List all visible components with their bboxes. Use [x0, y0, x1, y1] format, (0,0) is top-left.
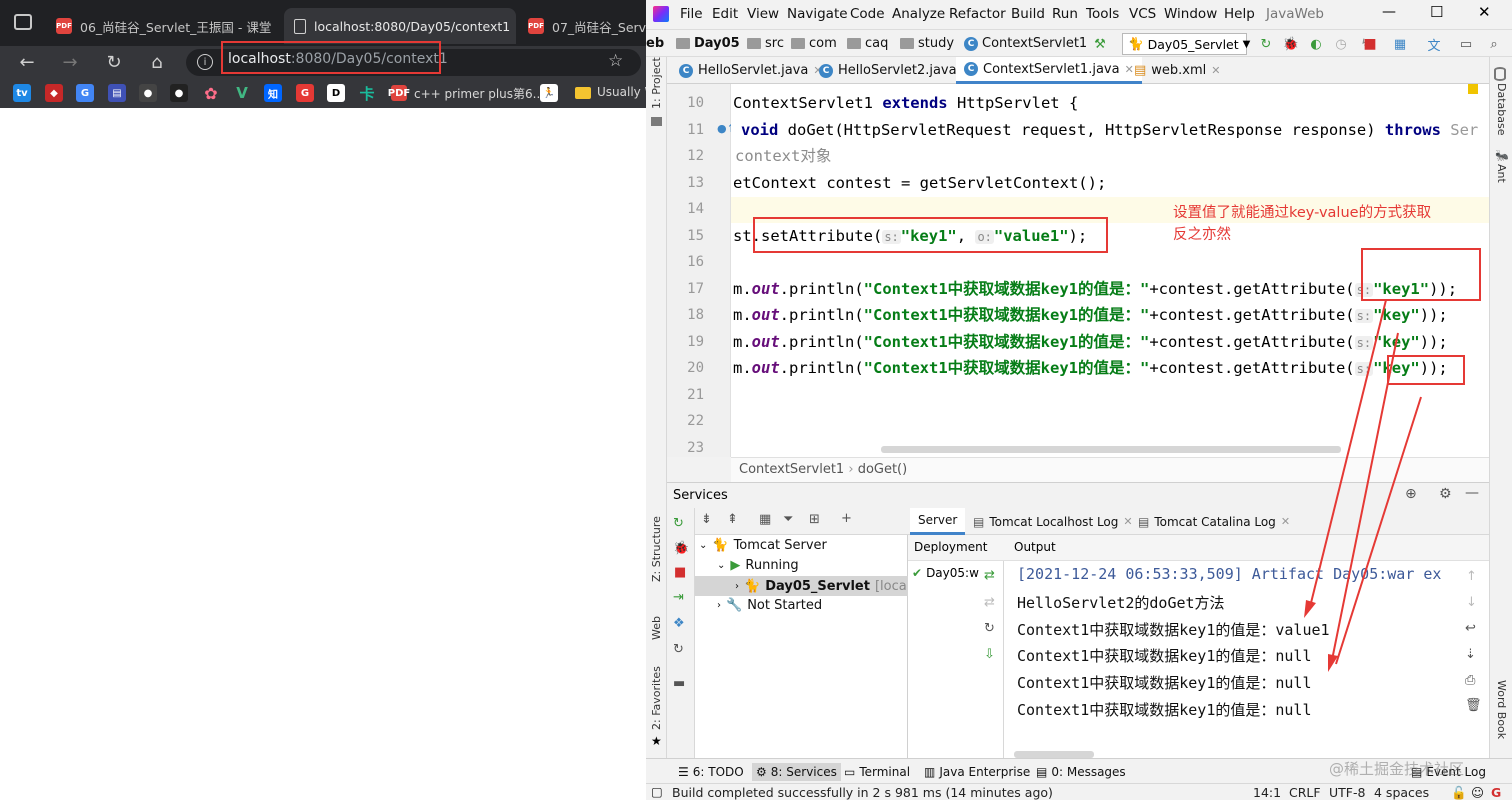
- status-bar: ▢ Build completed successfully in 2 s 98…: [646, 783, 1512, 800]
- back-icon[interactable]: ←: [15, 50, 39, 74]
- tab-label: localhost:8080/Day05/context1: [314, 18, 511, 34]
- home-icon[interactable]: ⌂: [145, 50, 169, 74]
- forward-icon[interactable]: →: [58, 50, 82, 74]
- indent-setting[interactable]: 4 spaces: [1374, 785, 1429, 800]
- bookmark-translate-icon[interactable]: G: [76, 84, 94, 102]
- pdf-icon[interactable]: PDF: [388, 85, 410, 101]
- url-highlight-box: [221, 41, 441, 74]
- line-separator[interactable]: CRLF: [1289, 785, 1321, 800]
- status-message[interactable]: Build completed successfully in 2 s 981 …: [672, 785, 1053, 800]
- tab-label: 06_尚硅谷_Servlet_王振国 - 课堂: [80, 19, 272, 35]
- tool-services[interactable]: ⚙ 8: Services: [752, 763, 841, 781]
- page-icon: [294, 18, 306, 34]
- browser-window: PDF 06_尚硅谷_Servlet_王振国 - 课堂 ✕ localhost:…: [0, 0, 646, 800]
- bookmark-red-icon[interactable]: ◆: [45, 84, 63, 102]
- bookmark-cpp-primer[interactable]: c++ primer plus第6...: [414, 85, 544, 102]
- bookmark-ka-icon[interactable]: 卡: [358, 84, 376, 103]
- folder-icon: [575, 87, 591, 99]
- bookmark-zhihu-icon[interactable]: 知: [264, 84, 282, 102]
- caret-position[interactable]: 14:1: [1253, 785, 1281, 800]
- tool-todo[interactable]: ☰ 6: TODO: [678, 765, 744, 779]
- arrow-head-1: [1304, 600, 1316, 618]
- browser-tab-active[interactable]: localhost:8080/Day05/context1 ✕: [284, 8, 516, 44]
- inspector-icon[interactable]: ☺: [1471, 785, 1484, 800]
- bookmark-runner-icon[interactable]: 🏃: [540, 84, 558, 102]
- lock-icon[interactable]: 🔓: [1451, 785, 1467, 800]
- arrow-line-3: [1335, 396, 1422, 665]
- bookmark-vue-icon[interactable]: V: [233, 84, 251, 102]
- tab-label: 07_尚硅谷_Servlet: [552, 19, 646, 35]
- terminal-icon: ▭: [844, 765, 856, 779]
- reload-icon[interactable]: ↻: [102, 50, 126, 74]
- services-icon: ⚙: [756, 765, 767, 779]
- browser-tab-pdf-2[interactable]: PDF 07_尚硅谷_Servlet: [518, 8, 646, 44]
- tool-terminal[interactable]: ▭ Terminal: [844, 765, 910, 779]
- list-icon: ☰: [678, 765, 689, 779]
- tab-actions-icon[interactable]: [14, 14, 32, 30]
- bookmark-bilibili-icon[interactable]: tv: [13, 84, 31, 102]
- tool-messages[interactable]: ▤ 0: Messages: [1036, 765, 1126, 779]
- message-icon: ▤: [1036, 765, 1048, 779]
- browser-tab-pdf-1[interactable]: PDF 06_尚硅谷_Servlet_王振国 - 课堂 ✕: [46, 8, 278, 44]
- tool-java-enterprise[interactable]: ▥ Java Enterprise: [924, 765, 1030, 779]
- annotation-arrows: [1304, 299, 1422, 672]
- info-icon[interactable]: i: [197, 54, 213, 70]
- pdf-icon: PDF: [528, 18, 544, 34]
- bookmark-folder-usually[interactable]: Usually W: [597, 85, 646, 99]
- bookmark-blue-icon[interactable]: ▤: [108, 84, 126, 102]
- pdf-icon: PDF: [56, 18, 72, 34]
- browser-tab-bar: PDF 06_尚硅谷_Servlet_王振国 - 课堂 ✕ localhost:…: [0, 0, 646, 46]
- google-icon[interactable]: G: [1491, 785, 1501, 800]
- bookmark-github2-icon[interactable]: ●: [170, 84, 188, 102]
- ide-window: File Edit View Navigate Code Analyze Ref…: [646, 0, 1512, 800]
- bookmark-github-icon[interactable]: ●: [139, 84, 157, 102]
- bookmark-d-icon[interactable]: D: [327, 84, 345, 102]
- bookmark-flower-icon[interactable]: ✿: [202, 84, 220, 103]
- bookmark-g-icon[interactable]: G: [296, 84, 314, 102]
- watermark: @稀土掘金技术社区: [1329, 760, 1465, 778]
- java-enterprise-icon: ▥: [924, 765, 936, 779]
- file-encoding[interactable]: UTF-8: [1329, 785, 1365, 800]
- layout-toggle-icon[interactable]: ▢: [651, 784, 663, 799]
- favorite-star-icon[interactable]: ☆: [608, 51, 623, 71]
- bookmarks-bar: tv ◆ G ▤ ● ● ✿ V 知 G D 卡 PDF c++ primer …: [0, 78, 646, 108]
